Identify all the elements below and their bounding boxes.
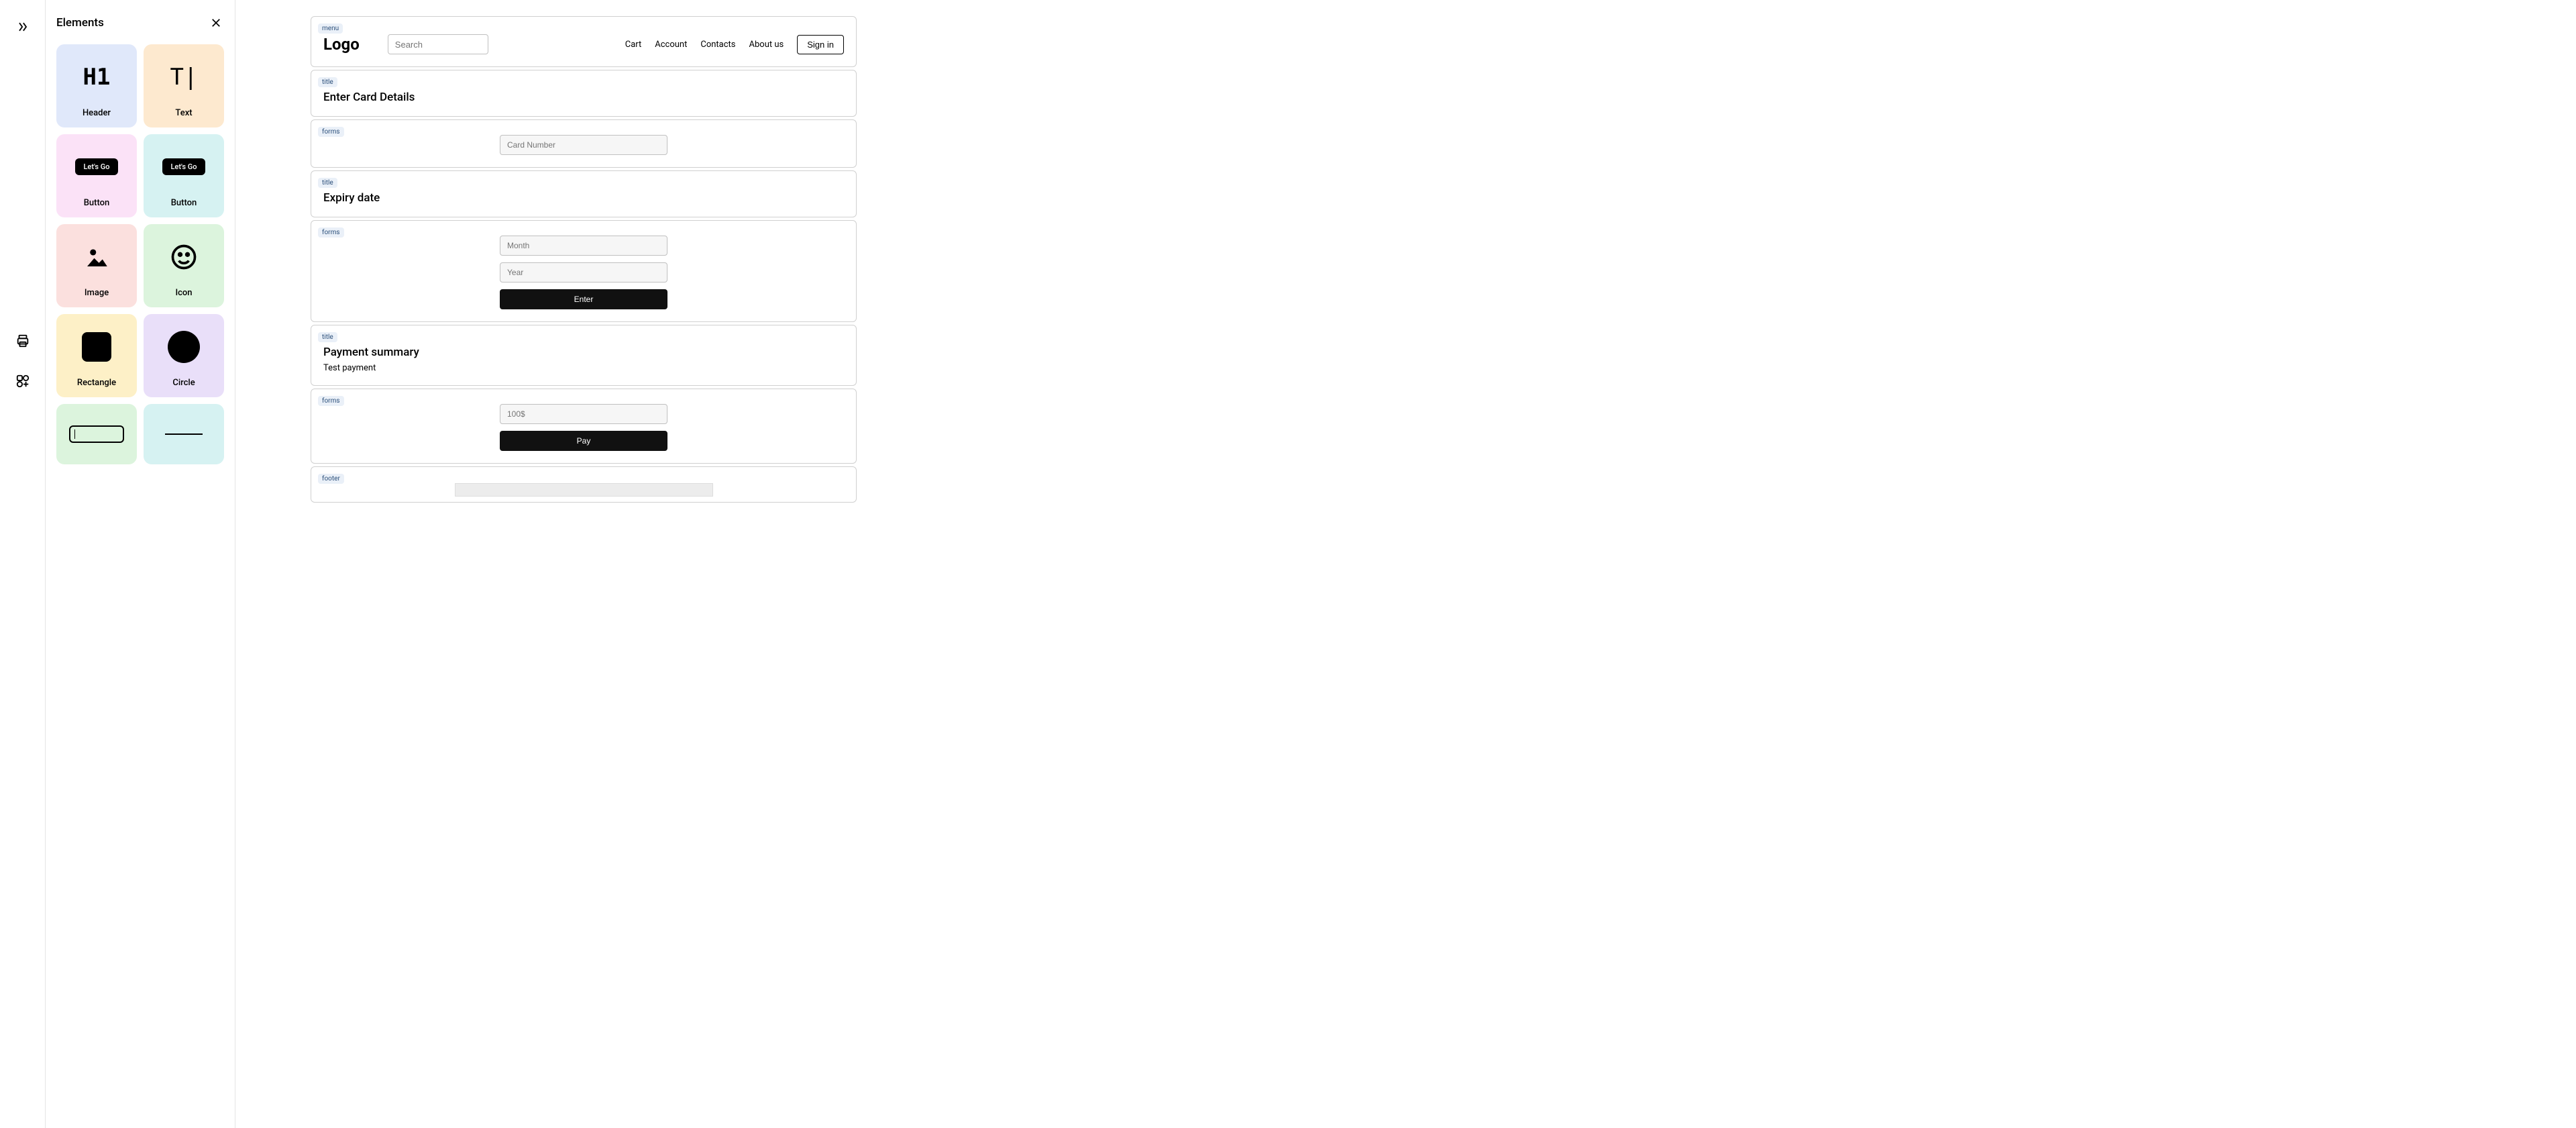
close-panel-button[interactable] <box>208 15 224 31</box>
year-input[interactable] <box>500 262 667 283</box>
pay-button[interactable]: Pay <box>500 431 667 451</box>
nav-link-cart[interactable]: Cart <box>625 40 642 50</box>
print-icon[interactable] <box>11 329 35 353</box>
element-button-alt[interactable]: Let's Go Button <box>144 134 224 217</box>
block-tag-footer: footer <box>318 474 344 484</box>
forms-block-expiry[interactable]: forms Enter <box>311 220 857 322</box>
block-tag-title: title <box>318 178 337 188</box>
input-shape <box>69 425 124 443</box>
forms-block-card[interactable]: forms <box>311 119 857 168</box>
element-circle[interactable]: Circle <box>144 314 224 397</box>
nav-link-account[interactable]: Account <box>655 40 687 50</box>
card-number-input[interactable] <box>500 135 667 155</box>
block-tag-forms: forms <box>318 127 344 137</box>
line-shape <box>165 433 203 435</box>
letsgo-button-preview: Let's Go <box>162 158 205 175</box>
element-label: Icon <box>175 288 192 298</box>
elements-panel-title: Elements <box>56 16 104 30</box>
element-label: Header <box>83 108 111 118</box>
block-tag-forms: forms <box>318 396 344 406</box>
amount-input[interactable] <box>500 404 667 424</box>
month-input[interactable] <box>500 236 667 256</box>
letsgo-button-preview: Let's Go <box>75 158 117 175</box>
elements-panel: Elements H1 Header T| Text Let's Go Butt… <box>46 0 235 1128</box>
components-icon[interactable] <box>11 369 35 393</box>
enter-button[interactable]: Enter <box>500 289 667 309</box>
element-label: Image <box>85 288 109 298</box>
element-button[interactable]: Let's Go Button <box>56 134 137 217</box>
h1-glyph: H1 <box>83 64 111 91</box>
element-label: Button <box>84 198 110 208</box>
element-label: Text <box>175 108 192 118</box>
element-label: Rectangle <box>77 378 116 388</box>
element-icon[interactable]: Icon <box>144 224 224 307</box>
element-header[interactable]: H1 Header <box>56 44 137 127</box>
title-text: Expiry date <box>323 191 844 205</box>
title-text: Payment summary <box>323 346 844 359</box>
block-tag-forms: forms <box>318 227 344 238</box>
circle-shape <box>168 331 200 363</box>
collapse-panel-button[interactable] <box>11 15 35 39</box>
title-text: Enter Card Details <box>323 91 844 104</box>
element-label: Circle <box>172 378 195 388</box>
icon-rail <box>0 0 46 1128</box>
forms-block-pay[interactable]: forms Pay <box>311 389 857 464</box>
logo-text: Logo <box>323 35 360 54</box>
signin-button[interactable]: Sign in <box>797 35 844 54</box>
footer-block[interactable]: footer <box>311 466 857 503</box>
element-rectangle[interactable]: Rectangle <box>56 314 137 397</box>
block-tag-menu: menu <box>318 23 343 34</box>
menu-block[interactable]: menu Logo Cart Account Contacts About us… <box>311 16 857 67</box>
nav-link-contacts[interactable]: Contacts <box>700 40 735 50</box>
smiley-icon <box>169 242 199 272</box>
element-line[interactable] <box>144 404 224 464</box>
image-icon <box>83 243 111 271</box>
elements-grid: H1 Header T| Text Let's Go Button Let's … <box>56 44 224 464</box>
title-block-summary[interactable]: title Payment summary Test payment <box>311 325 857 386</box>
block-tag-title: title <box>318 77 337 87</box>
element-text[interactable]: T| Text <box>144 44 224 127</box>
title-block-expiry[interactable]: title Expiry date <box>311 170 857 217</box>
element-label: Button <box>171 198 197 208</box>
rectangle-shape <box>82 332 111 362</box>
block-tag-title: title <box>318 332 337 342</box>
footer-placeholder-bar <box>455 483 713 497</box>
element-input[interactable] <box>56 404 137 464</box>
canvas-area[interactable]: menu Logo Cart Account Contacts About us… <box>235 0 2576 1128</box>
element-image[interactable]: Image <box>56 224 137 307</box>
title-block-card-details[interactable]: title Enter Card Details <box>311 70 857 117</box>
summary-subtitle: Test payment <box>323 363 844 373</box>
text-glyph: T| <box>170 64 198 91</box>
search-input[interactable] <box>388 34 488 54</box>
nav-link-about[interactable]: About us <box>749 40 784 50</box>
